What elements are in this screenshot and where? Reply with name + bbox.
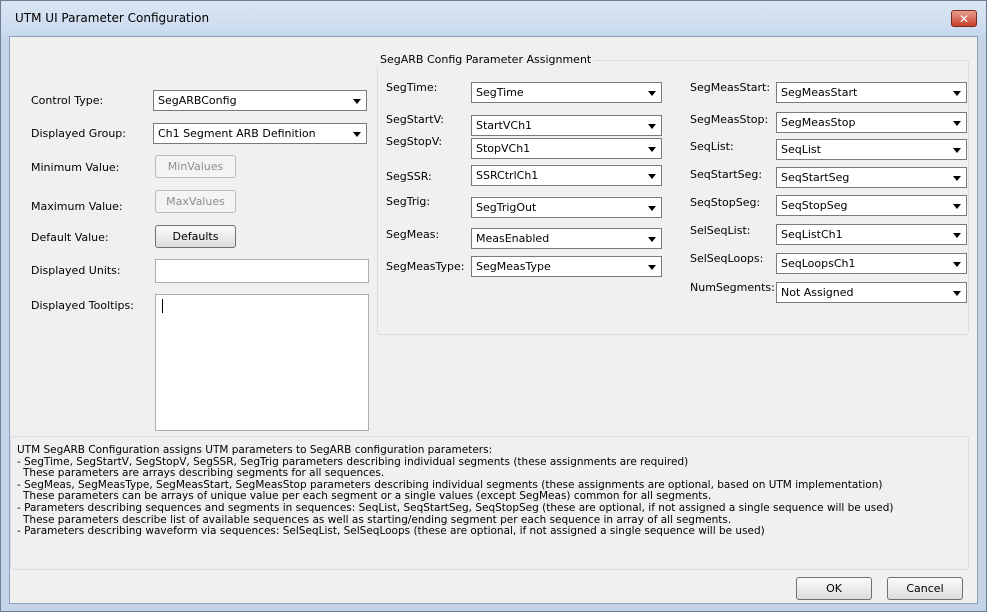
chevron-down-icon	[648, 265, 656, 270]
displayed-tooltips-textarea[interactable]	[155, 294, 369, 431]
chevron-down-icon	[953, 233, 961, 238]
seqlist-select[interactable]: SeqList	[776, 139, 967, 160]
group-title: SegARB Config Parameter Assignment	[377, 53, 595, 66]
chevron-down-icon	[953, 148, 961, 153]
segtime-label: SegTime:	[386, 81, 438, 94]
selseqlist-select[interactable]: SeqListCh1	[776, 224, 967, 245]
segstopv-select[interactable]: StopVCh1	[471, 138, 662, 159]
max-values-button[interactable]: MaxValues	[155, 190, 236, 213]
chevron-down-icon	[953, 262, 961, 267]
seqstartseg-select[interactable]: SeqStartSeg	[776, 167, 967, 188]
info-line: - Parameters describing sequences and se…	[17, 501, 894, 514]
segmeas-select[interactable]: MeasEnabled	[471, 228, 662, 249]
seqstopseg-select[interactable]: SeqStopSeg	[776, 195, 967, 216]
segssr-select[interactable]: SSRCtrlCh1	[471, 165, 662, 186]
text-caret	[162, 299, 163, 313]
maximum-value-label: Maximum Value:	[31, 200, 123, 213]
cancel-button[interactable]: Cancel	[887, 577, 963, 600]
segmeasstop-label: SegMeasStop:	[690, 113, 769, 126]
segssr-label: SegSSR:	[386, 170, 432, 183]
seqstopseg-label: SeqStopSeg:	[690, 196, 761, 209]
info-line: - Parameters describing waveform via seq…	[17, 525, 765, 538]
title-bar[interactable]: UTM UI Parameter Configuration ✕	[1, 1, 986, 35]
displayed-units-input[interactable]	[155, 259, 369, 283]
segmeasstop-select[interactable]: SegMeasStop	[776, 112, 967, 133]
displayed-group-select[interactable]: Ch1 Segment ARB Definition	[153, 123, 367, 144]
segmeastype-select[interactable]: SegMeasType	[471, 256, 662, 277]
control-type-label: Control Type:	[31, 94, 104, 107]
control-type-value: SegARBConfig	[158, 94, 237, 107]
chevron-down-icon	[953, 204, 961, 209]
min-values-button[interactable]: MinValues	[155, 155, 236, 178]
segtime-select[interactable]: SegTime	[471, 82, 662, 103]
chevron-down-icon	[953, 291, 961, 296]
selseqloops-label: SelSeqLoops:	[690, 252, 764, 265]
control-type-select[interactable]: SegARBConfig	[153, 90, 367, 111]
segstartv-label: SegStartV:	[386, 113, 444, 126]
chevron-down-icon	[648, 174, 656, 179]
chevron-down-icon	[648, 91, 656, 96]
numsegments-select[interactable]: Not Assigned	[776, 282, 967, 303]
default-value-label: Default Value:	[31, 231, 109, 244]
segmeasstart-select[interactable]: SegMeasStart	[776, 82, 967, 103]
segmeas-label: SegMeas:	[386, 228, 440, 241]
dialog-window: UTM UI Parameter Configuration ✕ Control…	[0, 0, 987, 612]
seqlist-label: SeqList:	[690, 140, 734, 153]
chevron-down-icon	[648, 237, 656, 242]
segmeastype-label: SegMeasType:	[386, 260, 465, 273]
selseqlist-label: SelSeqList:	[690, 224, 751, 237]
chevron-down-icon	[353, 132, 361, 137]
segstopv-label: SegStopV:	[386, 135, 443, 148]
chevron-down-icon	[953, 121, 961, 126]
numsegments-label: NumSegments:	[690, 281, 775, 294]
displayed-tooltips-label: Displayed Tooltips:	[31, 299, 134, 312]
window-title: UTM UI Parameter Configuration	[15, 11, 210, 25]
seqstartseg-label: SeqStartSeg:	[690, 168, 763, 181]
info-line: UTM SegARB Configuration assigns UTM par…	[17, 444, 493, 456]
chevron-down-icon	[953, 176, 961, 181]
chevron-down-icon	[648, 124, 656, 129]
segtrig-label: SegTrig:	[386, 195, 431, 208]
close-button[interactable]: ✕	[951, 10, 977, 27]
minimum-value-label: Minimum Value:	[31, 161, 120, 174]
displayed-group-label: Displayed Group:	[31, 127, 126, 140]
segstartv-select[interactable]: StartVCh1	[471, 115, 662, 136]
chevron-down-icon	[953, 91, 961, 96]
dialog-body: Control Type: SegARBConfig Displayed Gro…	[9, 36, 978, 604]
displayed-group-value: Ch1 Segment ARB Definition	[158, 127, 316, 140]
close-icon: ✕	[958, 11, 970, 26]
ok-button[interactable]: OK	[796, 577, 872, 600]
chevron-down-icon	[353, 99, 361, 104]
segtrig-select[interactable]: SegTrigOut	[471, 197, 662, 218]
displayed-units-label: Displayed Units:	[31, 264, 121, 277]
chevron-down-icon	[648, 206, 656, 211]
defaults-button[interactable]: Defaults	[155, 225, 236, 248]
selseqloops-select[interactable]: SeqLoopsCh1	[776, 253, 967, 274]
chevron-down-icon	[648, 147, 656, 152]
segmeasstart-label: SegMeasStart:	[690, 81, 771, 94]
info-description: UTM SegARB Configuration assigns UTM par…	[10, 436, 969, 570]
